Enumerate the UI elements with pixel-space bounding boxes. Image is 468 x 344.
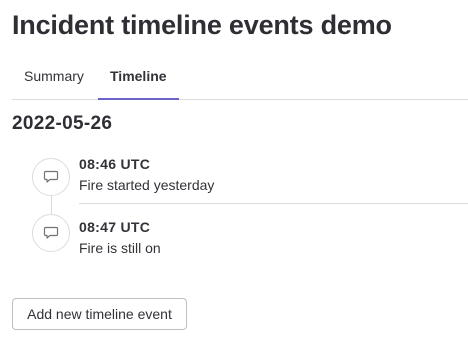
comment-icon [32, 214, 70, 252]
timeline-list: 08:46 UTC Fire started yesterday 08:47 U… [32, 150, 468, 270]
event-text: Fire is still on [79, 240, 161, 256]
event-text: Fire started yesterday [79, 177, 215, 193]
add-timeline-event-button[interactable]: Add new timeline event [12, 298, 187, 330]
timeline-date-heading: 2022-05-26 [12, 113, 113, 134]
comment-icon [32, 158, 70, 196]
event-time: 08:47 UTC [79, 219, 151, 235]
tab-bar: Summary Timeline [12, 54, 468, 100]
page-title: Incident timeline events demo [12, 10, 392, 40]
tab-summary[interactable]: Summary [12, 54, 98, 99]
event-divider [79, 203, 468, 204]
tab-timeline[interactable]: Timeline [98, 54, 179, 100]
event-time: 08:46 UTC [79, 156, 151, 172]
